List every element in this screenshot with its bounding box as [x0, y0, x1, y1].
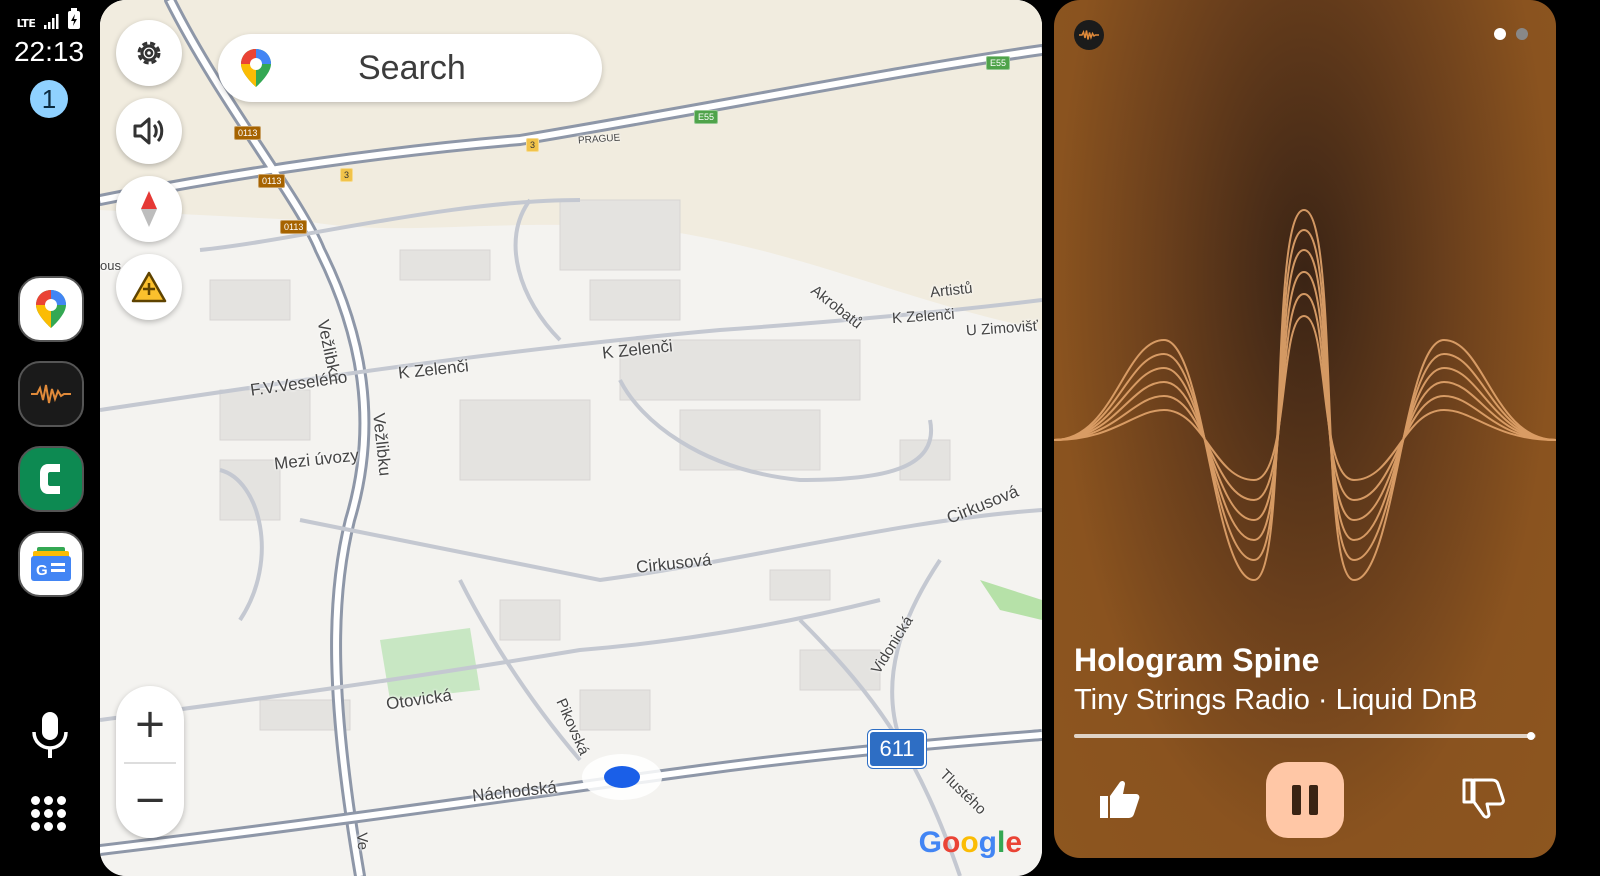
notification-badge[interactable]: 1: [30, 80, 68, 118]
battery-charging-icon: [68, 8, 81, 29]
progress-knob[interactable]: [1527, 732, 1536, 740]
compass-icon: [141, 191, 157, 227]
report-hazard-icon: [131, 271, 167, 303]
pause-button[interactable]: [1266, 762, 1344, 838]
zoom-controls: + −: [116, 686, 184, 838]
compass-button[interactable]: [116, 176, 182, 242]
road-sign: 3: [340, 168, 354, 182]
street-label: ous: [100, 258, 121, 273]
maps-pin-icon: [36, 290, 66, 328]
status-bar: LTE 22:13 1: [0, 8, 98, 118]
phone-app-button[interactable]: [18, 446, 84, 512]
phone-icon: [40, 464, 60, 494]
road-sign: 0113: [234, 126, 262, 140]
maps-pin-icon: [241, 49, 271, 87]
map-view[interactable]: Vežlibku Vežlibku F.V.Veselého K Zelenči…: [100, 0, 1042, 876]
road-sign: E55: [694, 110, 719, 124]
track-title: Hologram Spine: [1074, 642, 1320, 678]
road-sign: 0113: [280, 220, 308, 234]
clock: 22:13: [13, 36, 85, 67]
street-label: Ve: [353, 832, 372, 851]
maps-app-button[interactable]: [18, 276, 84, 342]
app-rail: LTE 22:13 1 G: [0, 0, 98, 876]
svg-text:G: G: [36, 562, 48, 579]
road-sign: 0113: [258, 174, 286, 188]
progress-bar[interactable]: [1074, 732, 1536, 740]
waveform-app-button[interactable]: [18, 361, 84, 427]
app-grid-icon[interactable]: [31, 796, 67, 832]
thumbs-down-icon[interactable]: [1458, 774, 1508, 824]
route-shield: 611: [868, 730, 926, 768]
thumbs-up-icon[interactable]: [1094, 774, 1144, 824]
report-hazard-button[interactable]: [116, 254, 182, 320]
waveform-icon: [31, 384, 71, 404]
search-bar[interactable]: Search: [218, 34, 602, 102]
zoom-in-button[interactable]: +: [116, 686, 184, 762]
road-sign: E55: [986, 56, 1011, 70]
google-attribution: Google: [918, 826, 1022, 859]
volume-icon: [133, 117, 164, 145]
search-placeholder: Search: [358, 48, 466, 87]
gear-icon: [137, 41, 161, 65]
progress-fill: [1074, 734, 1532, 738]
settings-button[interactable]: [116, 20, 182, 86]
track-subtitle: Tiny Strings Radio · Liquid DnB: [1074, 684, 1478, 716]
album-art-waveform: [1054, 208, 1556, 582]
news-icon: G: [31, 547, 71, 581]
media-card[interactable]: Hologram Spine Tiny Strings Radio · Liqu…: [1054, 0, 1556, 858]
current-location-marker: [582, 754, 662, 800]
road-sign: 3: [526, 138, 540, 152]
audio-guidance-button[interactable]: [116, 98, 182, 164]
signal-icon: [44, 14, 59, 29]
microphone-icon[interactable]: [28, 710, 72, 760]
pause-icon: [1292, 785, 1318, 815]
news-app-button[interactable]: G: [18, 531, 84, 597]
network-label: LTE: [16, 17, 36, 30]
zoom-out-button[interactable]: −: [116, 762, 184, 838]
